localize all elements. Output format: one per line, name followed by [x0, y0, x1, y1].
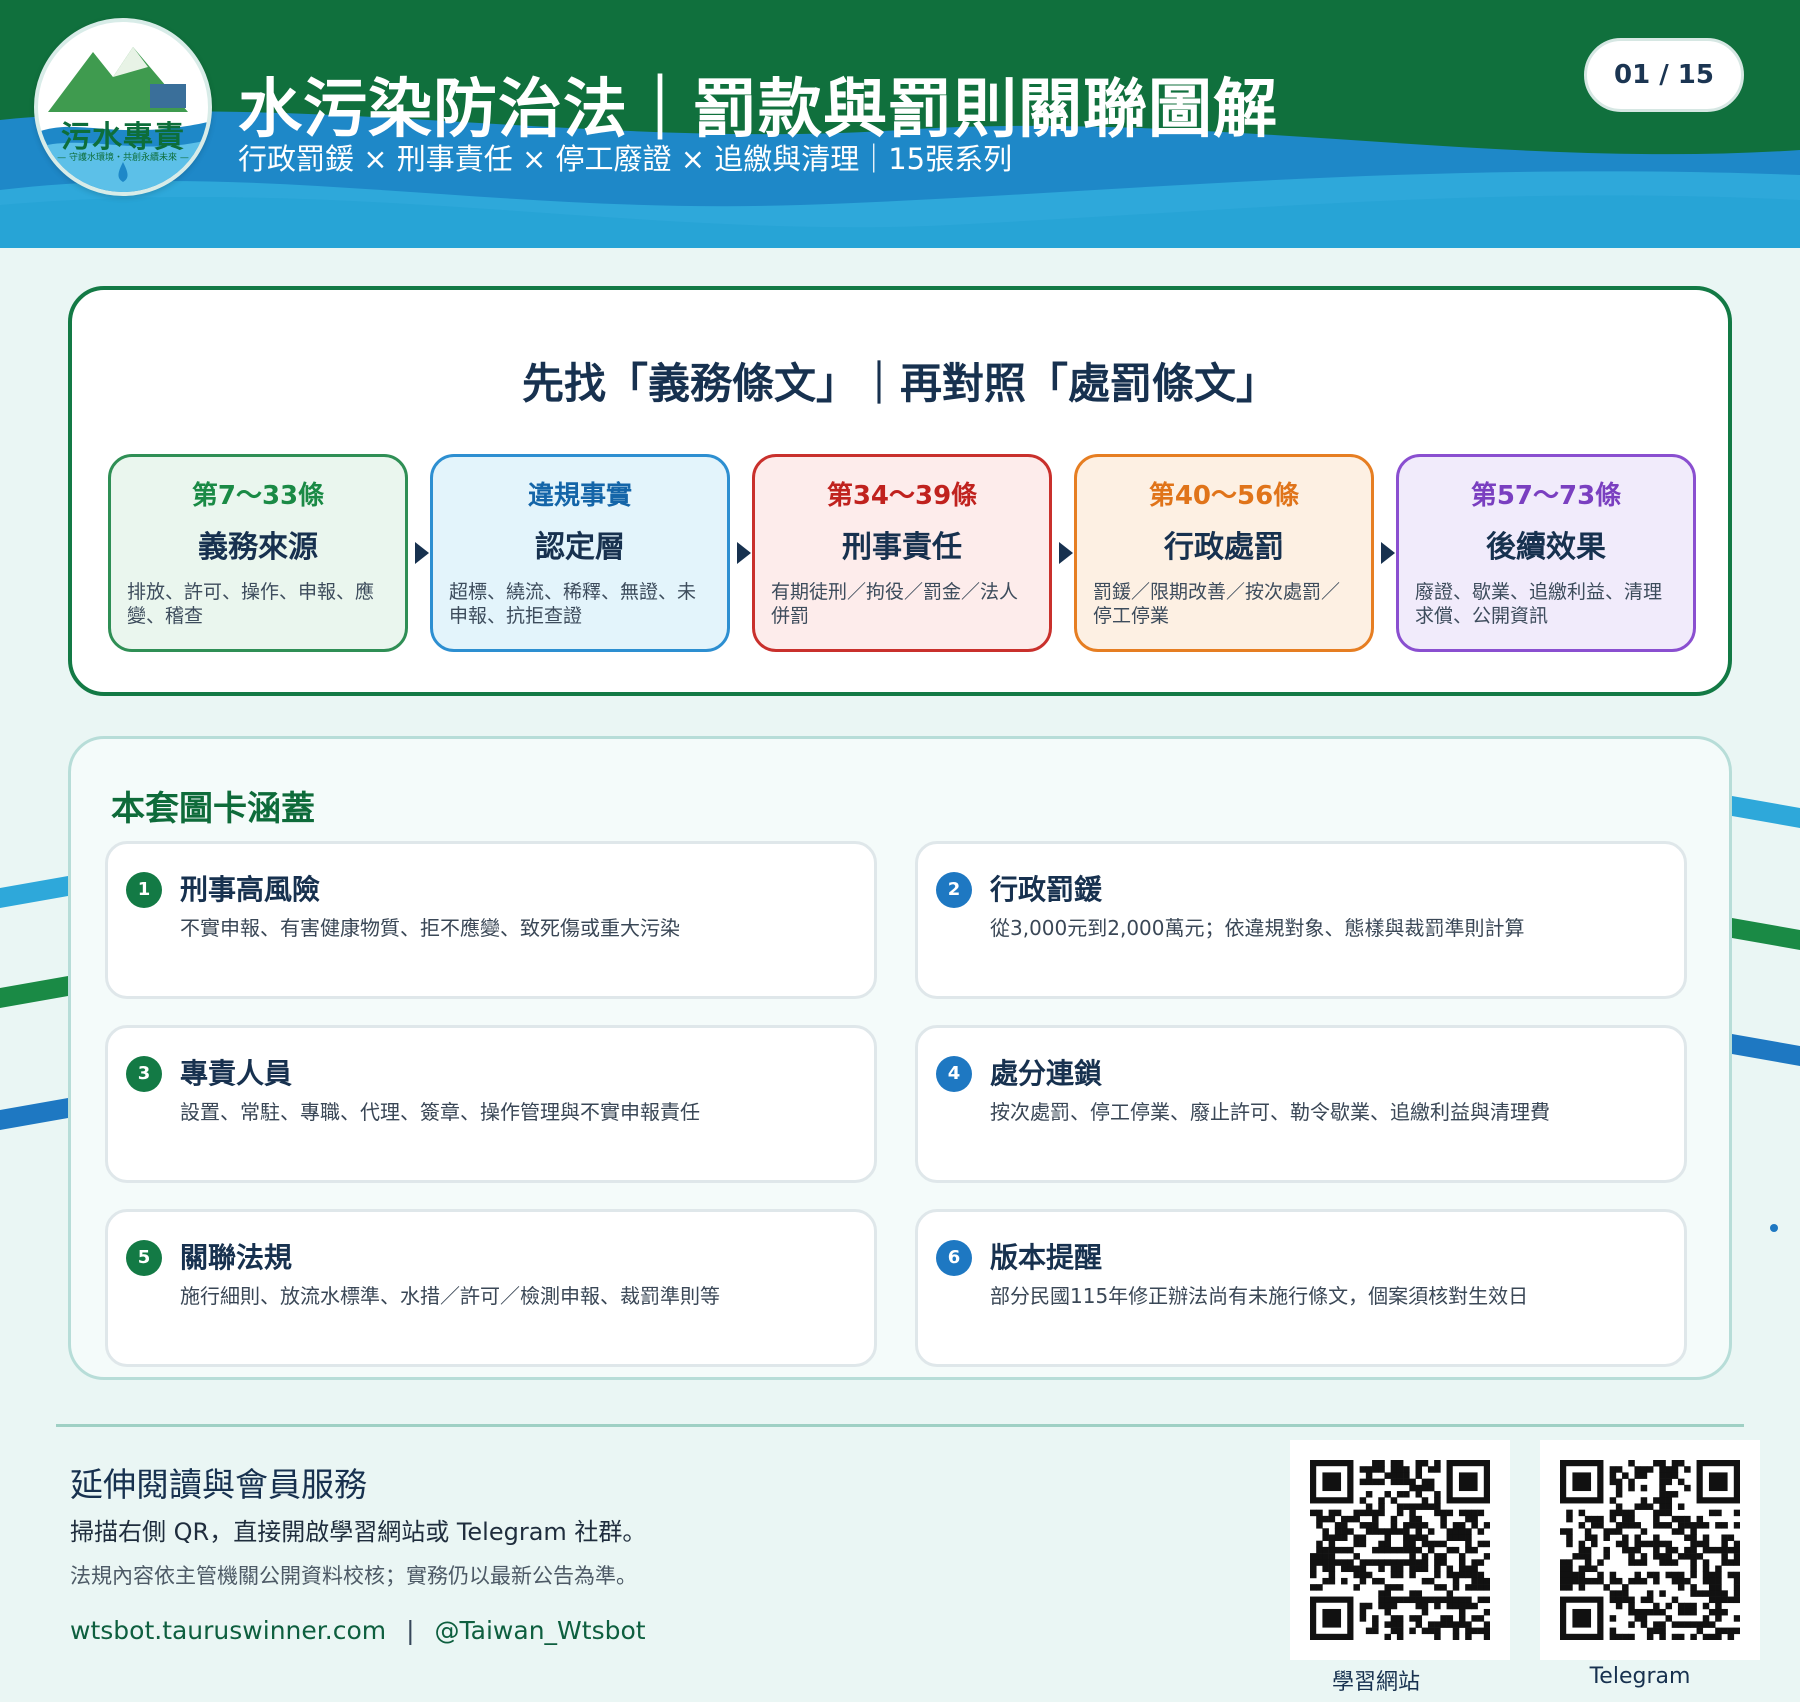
item-number-badge: 3 — [126, 1056, 162, 1092]
item-desc: 按次處罰、停工停業、廢止許可、勒令歇業、追繳利益與清理費 — [990, 1100, 1550, 1124]
flow-title: 先找「義務條文」｜再對照「處罰條文」 — [521, 359, 1278, 408]
item-number-badge: 6 — [936, 1240, 972, 1276]
website-link[interactable]: wtsbot.tauruswinner.com — [70, 1616, 386, 1645]
header-banner: 污水專責 — 守護水環境・共創永續未來 — 水污染防治法｜罰款與罰則關聯圖解 行… — [0, 0, 1800, 248]
flow-step-violation-fact: 違規事實 認定層 超標、繞流、稀釋、無證、未申報、抗拒查證 — [430, 454, 730, 652]
item-title: 刑事高風險 — [180, 873, 321, 906]
flow-step-desc: 廢證、歇業、追繳利益、清理求償、公開資訊 — [1415, 581, 1663, 627]
qr-code-icon — [1560, 1460, 1740, 1640]
flow-step-article: 第40～56條 — [1148, 481, 1300, 511]
flow-step-criminal: 第34～39條 刑事責任 有期徒刑／拘役／罰金／法人併罰 — [752, 454, 1052, 652]
logo-slogan: — 守護水環境・共創永續未來 — — [57, 153, 189, 163]
flow-step-name: 認定層 — [535, 530, 625, 565]
flow-step-article: 違規事實 — [527, 481, 632, 511]
item-desc: 部分民國115年修正辦法尚有未施行條文，個案須核對生效日 — [990, 1284, 1529, 1308]
flow-arrow-icon — [415, 542, 429, 564]
footer-title: 延伸閱讀與會員服務 — [70, 1465, 367, 1504]
flow-step-article: 第7～33條 — [191, 481, 325, 511]
coverage-item: 1 刑事高風險 不實申報、有害健康物質、拒不應變、致死傷或重大污染 — [105, 841, 877, 999]
item-title: 版本提醒 — [990, 1241, 1103, 1274]
flow-step-name: 義務來源 — [198, 530, 318, 565]
qr-code-icon — [1310, 1460, 1490, 1640]
item-title: 處分連鎖 — [990, 1057, 1103, 1090]
flow-step-desc: 罰鍰／限期改善／按次處罰／停工停業 — [1093, 581, 1341, 627]
item-number-badge: 4 — [936, 1056, 972, 1092]
footer-links: wtsbot.tauruswinner.com | @Taiwan_Wtsbot — [70, 1616, 646, 1645]
coverage-item: 5 關聯法規 施行細則、放流水標準、水措／許可／檢測申報、裁罰準則等 — [105, 1209, 877, 1367]
page-subtitle: 行政罰鍰 × 刑事責任 × 停工廢證 × 追繳與清理｜15張系列 — [238, 142, 1013, 176]
flow-arrow-icon — [737, 542, 751, 564]
item-title: 行政罰鍰 — [990, 873, 1103, 906]
telegram-link[interactable]: @Taiwan_Wtsbot — [435, 1616, 646, 1645]
flow-step-follow-up: 第57～73條 後續效果 廢證、歇業、追繳利益、清理求償、公開資訊 — [1396, 454, 1696, 652]
flow-arrow-icon — [1381, 542, 1395, 564]
flow-step-article: 第57～73條 — [1470, 481, 1622, 511]
link-separator: | — [406, 1616, 415, 1645]
footer-disclaimer: 法規內容依主管機關公開資料校核；實務仍以最新公告為準。 — [70, 1564, 637, 1588]
page-indicator: 01 / 15 — [1584, 38, 1744, 112]
flow-step-desc: 有期徒刑／拘役／罰金／法人併罰 — [771, 581, 1019, 627]
item-number-badge: 5 — [126, 1240, 162, 1276]
item-desc: 不實申報、有害健康物質、拒不應變、致死傷或重大污染 — [180, 916, 680, 940]
item-title: 關聯法規 — [180, 1241, 293, 1274]
flow-step-article: 第34～39條 — [826, 481, 978, 511]
website-qr-code[interactable] — [1290, 1440, 1510, 1660]
penalty-flow-card: 先找「義務條文」｜再對照「處罰條文」 第7～33條 義務來源 排放、許可、操作、… — [68, 286, 1732, 696]
item-number-badge: 2 — [936, 872, 972, 908]
footer-instruction: 掃描右側 QR，直接開啟學習網站或 Telegram 社群。 — [70, 1518, 647, 1546]
coverage-item: 2 行政罰鍰 從3,000元到2,000萬元；依違規對象、態樣與裁罰準則計算 — [915, 841, 1687, 999]
flow-step-administrative: 第40～56條 行政處罰 罰鍰／限期改善／按次處罰／停工停業 — [1074, 454, 1374, 652]
coverage-item: 6 版本提醒 部分民國115年修正辦法尚有未施行條文，個案須核對生效日 — [915, 1209, 1687, 1367]
flow-step-name: 後續效果 — [1486, 530, 1606, 565]
mountain-river-icon — [38, 47, 208, 192]
flow-step-name: 刑事責任 — [842, 530, 962, 565]
website-qr-label: 學習網站 — [1331, 1670, 1420, 1695]
flow-arrow-icon — [1059, 542, 1073, 564]
item-title: 專責人員 — [180, 1057, 293, 1090]
telegram-qr-label: Telegram — [1589, 1664, 1691, 1689]
coverage-title: 本套圖卡涵蓋 — [111, 789, 315, 829]
flow-step-desc: 排放、許可、操作、申報、應變、稽查 — [127, 581, 375, 627]
item-desc: 從3,000元到2,000萬元；依違規對象、態樣與裁罰準則計算 — [990, 916, 1525, 940]
flow-step-name: 行政處罰 — [1164, 530, 1284, 565]
coverage-item: 4 處分連鎖 按次處罰、停工停業、廢止許可、勒令歇業、追繳利益與清理費 — [915, 1025, 1687, 1183]
flow-step-obligation: 第7～33條 義務來源 排放、許可、操作、申報、應變、稽查 — [108, 454, 408, 652]
item-desc: 施行細則、放流水標準、水措／許可／檢測申報、裁罰準則等 — [180, 1284, 720, 1308]
brand-logo: 污水專責 — 守護水環境・共創永續未來 — — [34, 18, 212, 196]
flow-step-desc: 超標、繞流、稀釋、無證、未申報、抗拒查證 — [449, 581, 697, 627]
telegram-qr-code[interactable] — [1540, 1440, 1760, 1660]
coverage-item: 3 專責人員 設置、常駐、專職、代理、簽章、操作管理與不實申報責任 — [105, 1025, 877, 1183]
item-number-badge: 1 — [126, 872, 162, 908]
coverage-card: 本套圖卡涵蓋 1 刑事高風險 不實申報、有害健康物質、拒不應變、致死傷或重大污染… — [68, 736, 1732, 1380]
footer-divider — [56, 1424, 1744, 1427]
item-desc: 設置、常駐、專職、代理、簽章、操作管理與不實申報責任 — [180, 1100, 700, 1124]
